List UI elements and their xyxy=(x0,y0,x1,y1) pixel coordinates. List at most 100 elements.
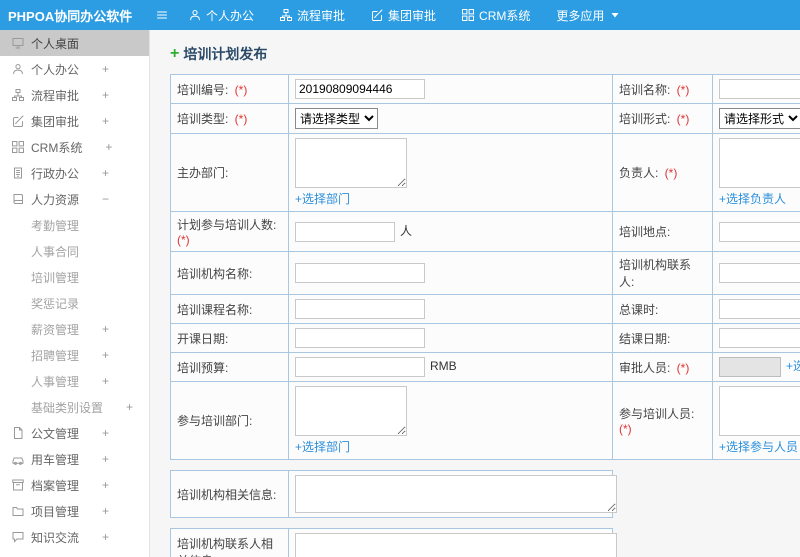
form-row: 主办部门: +选择部门 负责人: (*) +选择负责人 xyxy=(170,133,800,212)
sidebar-item-base-category-settings[interactable]: 基础类别设置 + xyxy=(0,394,149,420)
start-date-input[interactable] xyxy=(295,328,425,348)
required-mark: (*) xyxy=(673,360,690,375)
expand-plus-icon[interactable]: + xyxy=(102,504,109,518)
end-date-input[interactable] xyxy=(719,328,800,348)
sidebar-item-personal-desktop[interactable]: 个人桌面 xyxy=(0,30,149,56)
sidebar-item-workflow-approval[interactable]: 流程审批 + xyxy=(0,82,149,108)
field-label: 培训名称: xyxy=(619,82,671,97)
field-cell: +选择审批人员 xyxy=(712,352,800,382)
select-approver-link[interactable]: +选择审批人员 xyxy=(786,359,800,373)
field-label: 培训地点: xyxy=(619,225,671,239)
field-label-cell: 计划参与培训人数: (*) xyxy=(170,211,289,252)
sidebar-item-archive-mgmt[interactable]: 档案管理 + xyxy=(0,472,149,498)
org-info-textarea[interactable] xyxy=(295,475,617,513)
training-name-input[interactable] xyxy=(719,79,800,99)
participants-textarea[interactable] xyxy=(719,386,800,436)
hamburger-icon xyxy=(156,9,168,21)
field-label-cell: 培训类型: (*) xyxy=(170,103,289,134)
expand-plus-icon[interactable]: + xyxy=(102,88,109,102)
field-cell: 请选择类型 xyxy=(288,103,613,134)
leader-textarea[interactable] xyxy=(719,138,800,188)
field-label: 培训类型: xyxy=(177,112,229,126)
sidebar-item-salary-mgmt[interactable]: 薪资管理 + xyxy=(0,316,149,342)
topnav-item-crm-system[interactable]: CRM系统 xyxy=(449,0,543,30)
sidebar-item-hr-contract[interactable]: 人事合同 xyxy=(0,238,149,264)
form-row: 培训类型: (*) 请选择类型 培训形式: (*) 请选择形式 xyxy=(170,103,800,134)
expand-plus-icon[interactable]: + xyxy=(102,62,109,76)
flow-icon xyxy=(280,9,293,21)
expand-plus-icon[interactable]: + xyxy=(102,426,109,440)
sidebar-item-label: 个人桌面 xyxy=(31,36,80,51)
topnav-item-more-apps[interactable]: 更多应用 xyxy=(543,0,634,30)
field-cell: +选择参与人员 xyxy=(712,381,800,460)
field-label: 培训形式: xyxy=(619,112,671,126)
field-cell: +选择部门 xyxy=(288,133,613,212)
sidebar-item-label: 人事合同 xyxy=(31,244,80,259)
hamburger-icon[interactable] xyxy=(148,0,176,30)
expand-plus-icon[interactable]: + xyxy=(102,166,109,180)
expand-plus-icon[interactable]: + xyxy=(102,322,109,336)
expand-plus-icon[interactable]: + xyxy=(102,374,109,388)
select-participating-dept-link[interactable]: +选择部门 xyxy=(295,440,350,454)
sidebar-item-personnel-mgmt[interactable]: 人事管理 + xyxy=(0,368,149,394)
org-name-input[interactable] xyxy=(295,263,425,283)
course-name-input[interactable] xyxy=(295,299,425,319)
sidebar-item-admin-office[interactable]: 行政办公 + xyxy=(0,160,149,186)
planned-participants-input[interactable] xyxy=(295,221,395,242)
sidebar-item-human-resources[interactable]: 人力资源 − xyxy=(0,186,149,212)
sidebar-item-personal-office[interactable]: 个人办公 + xyxy=(0,56,149,82)
collapse-minus-icon[interactable]: − xyxy=(102,192,109,206)
sidebar-item-crm-system[interactable]: CRM系统 + xyxy=(0,134,149,160)
sidebar-item-document-mgmt[interactable]: 公文管理 + xyxy=(0,420,149,446)
select-dept-link[interactable]: +选择部门 xyxy=(295,192,350,206)
field-label: 总课时: xyxy=(619,302,659,317)
sidebar-item-knowledge-exchange[interactable]: 知识交流 + xyxy=(0,524,149,550)
topnav-item-group-approval[interactable]: 集团审批 xyxy=(358,0,449,30)
building-icon xyxy=(12,167,24,179)
select-participants-link[interactable]: +选择参与人员 xyxy=(719,440,798,454)
expand-plus-icon[interactable]: + xyxy=(102,530,109,544)
training-form-select[interactable]: 请选择形式 xyxy=(719,108,800,129)
book-icon xyxy=(12,193,24,205)
expand-plus-icon[interactable]: + xyxy=(105,140,112,154)
required-mark: (*) xyxy=(231,82,248,97)
training-no-input[interactable] xyxy=(295,79,425,99)
sidebar-item-reward-punishment[interactable]: 奖惩记录 xyxy=(0,290,149,316)
training-type-select[interactable]: 请选择类型 xyxy=(295,108,378,129)
sidebar-item-vehicle-mgmt[interactable]: 用车管理 + xyxy=(0,446,149,472)
expand-plus-icon[interactable]: + xyxy=(102,478,109,492)
expand-plus-icon[interactable]: + xyxy=(126,400,133,414)
caret-down-icon xyxy=(609,9,621,21)
field-cell xyxy=(288,323,613,353)
required-mark: (*) xyxy=(231,112,248,126)
doc-icon xyxy=(12,427,24,439)
field-suffix: RMB xyxy=(430,359,457,374)
sidebar-item-label: 行政办公 xyxy=(31,166,80,181)
select-leader-link[interactable]: +选择负责人 xyxy=(719,192,786,206)
page-title: + 培训计划发布 xyxy=(170,44,800,64)
folder-icon xyxy=(12,505,24,517)
org-contact-input[interactable] xyxy=(719,263,800,283)
main-content: + 培训计划发布 培训编号: (*)培训名称: (*)培训类型: (*)请选择类… xyxy=(150,30,800,557)
topnav-item-workflow-approval[interactable]: 流程审批 xyxy=(267,0,358,30)
topnav-item-personal-office[interactable]: 个人办公 xyxy=(176,0,267,30)
total-hours-input[interactable] xyxy=(719,299,800,319)
participating-dept-textarea[interactable] xyxy=(295,386,407,436)
budget-input[interactable] xyxy=(295,357,425,377)
sidebar-item-project-mgmt[interactable]: 项目管理 + xyxy=(0,498,149,524)
sidebar-item-training-mgmt[interactable]: 培训管理 xyxy=(0,264,149,290)
org-contact-info-textarea[interactable] xyxy=(295,533,617,557)
sidebar-item-label: 招聘管理 xyxy=(31,348,80,363)
host-dept-textarea[interactable] xyxy=(295,138,407,188)
location-input[interactable] xyxy=(719,221,800,242)
form-row: 培训预算: RMB 审批人员: (*) +选择审批人员 xyxy=(170,352,800,382)
sidebar-item-attendance-mgmt[interactable]: 考勤管理 xyxy=(0,212,149,238)
field-label-cell: 培训课程名称: xyxy=(170,294,289,324)
sidebar-item-recruitment-mgmt[interactable]: 招聘管理 + xyxy=(0,342,149,368)
expand-plus-icon[interactable]: + xyxy=(102,452,109,466)
sidebar-item-group-approval[interactable]: 集团审批 + xyxy=(0,108,149,134)
expand-plus-icon[interactable]: + xyxy=(102,114,109,128)
expand-plus-icon[interactable]: + xyxy=(102,348,109,362)
approver-input[interactable] xyxy=(719,357,781,377)
field-label: 培训预算: xyxy=(177,360,229,375)
